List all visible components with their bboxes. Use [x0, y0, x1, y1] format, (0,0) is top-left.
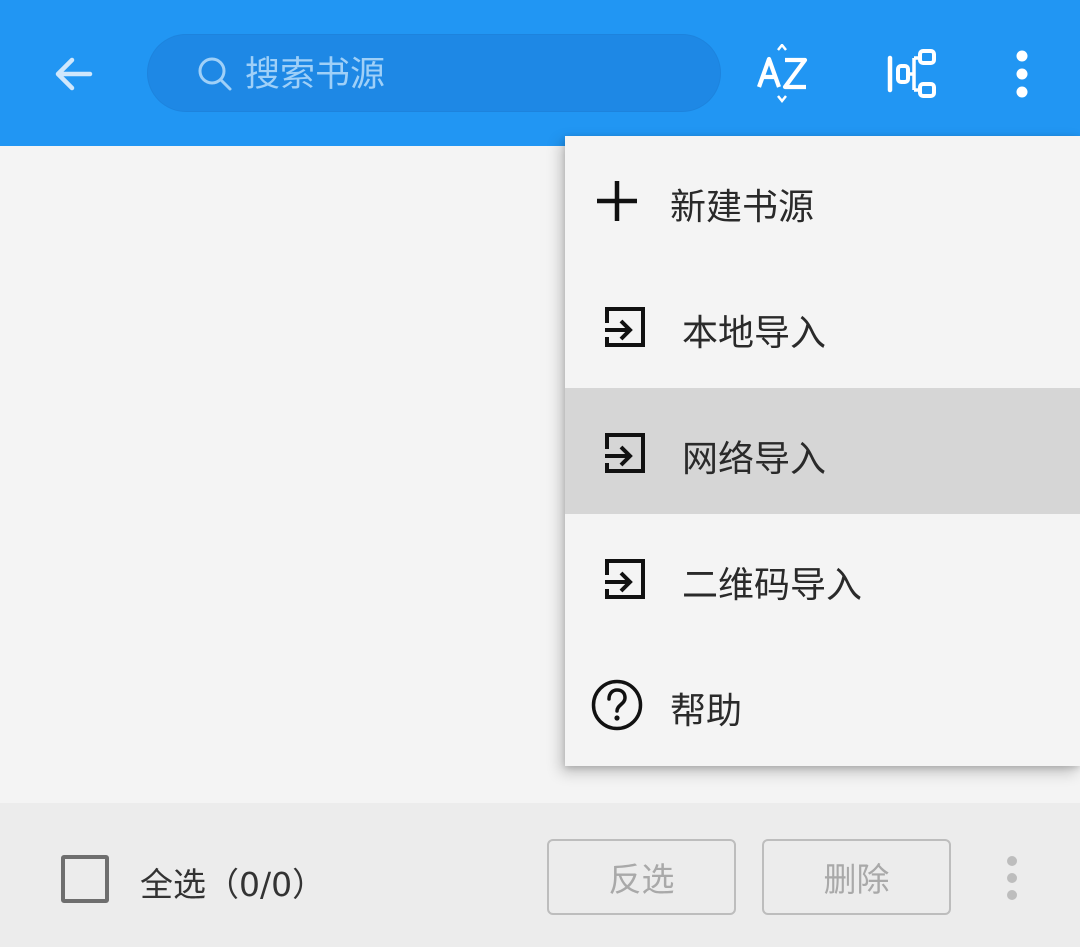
select-all-label: 全选（0/0） [140, 865, 326, 904]
search-input[interactable] [245, 50, 685, 100]
menu-item-label: 二维码导入 [682, 565, 863, 606]
bottom-more-button[interactable] [990, 848, 1034, 908]
import-icon [597, 551, 653, 607]
menu-item-label: 本地导入 [682, 313, 827, 354]
overflow-menu: 新建书源 本地导入 网络导入 二维码导入 帮助 [565, 136, 1080, 766]
menu-item-new-source[interactable]: 新建书源 [565, 136, 1080, 262]
import-icon [597, 299, 653, 355]
back-button[interactable] [34, 34, 114, 114]
more-vert-icon [1007, 856, 1017, 900]
group-icon [887, 49, 936, 98]
menu-item-local-import[interactable]: 本地导入 [565, 262, 1080, 388]
delete-button[interactable]: 删除 [762, 839, 951, 915]
help-circle-icon [589, 677, 645, 733]
plus-icon [589, 173, 645, 229]
invert-selection-button[interactable]: 反选 [547, 839, 736, 915]
search-icon [197, 56, 233, 92]
more-options-button[interactable] [982, 34, 1062, 114]
menu-item-qrcode-import[interactable]: 二维码导入 [565, 514, 1080, 640]
sort-az-icon [757, 44, 808, 104]
more-vert-icon [1016, 50, 1028, 98]
menu-item-label: 新建书源 [670, 187, 815, 228]
sort-button[interactable] [744, 34, 824, 114]
menu-item-network-import[interactable]: 网络导入 [565, 388, 1080, 514]
group-button[interactable] [872, 34, 952, 114]
menu-item-label: 网络导入 [682, 439, 827, 480]
back-arrow-icon [55, 57, 93, 91]
import-icon [597, 425, 653, 481]
select-all-checkbox[interactable] [61, 855, 109, 903]
menu-item-help[interactable]: 帮助 [565, 640, 1080, 766]
menu-item-label: 帮助 [670, 691, 743, 732]
